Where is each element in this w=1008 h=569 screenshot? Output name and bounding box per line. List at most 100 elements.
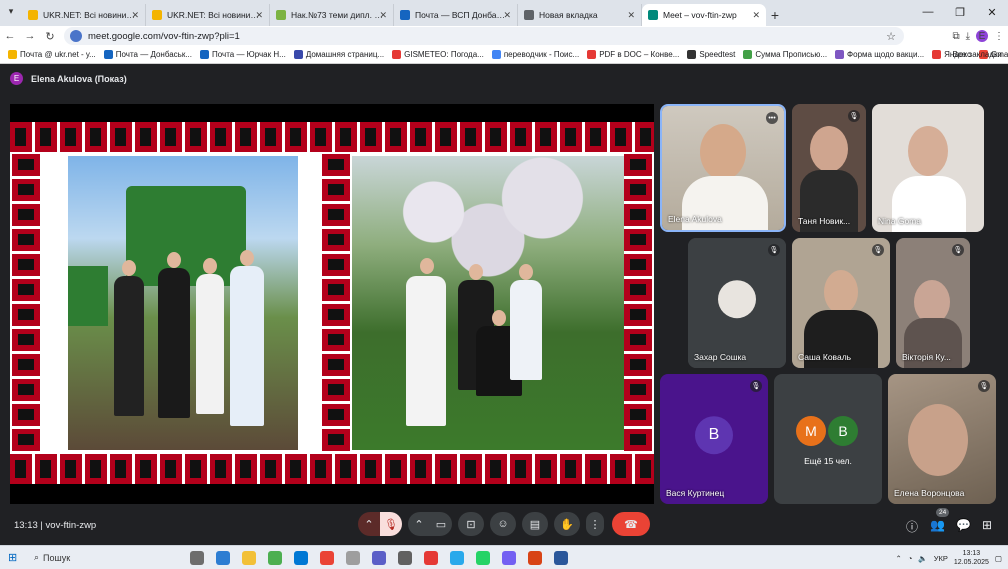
maximize-icon[interactable]: ❐ — [944, 0, 976, 24]
close-tab-icon[interactable]: ✕ — [503, 10, 511, 21]
participant-name: Таня Новик... — [798, 216, 851, 226]
forward-icon[interactable]: → — [20, 30, 40, 42]
close-tab-icon[interactable]: ✕ — [752, 10, 760, 21]
more-participants-tile[interactable]: M B Ещё 15 чел. — [774, 374, 882, 504]
chrome-icon[interactable] — [268, 550, 282, 565]
close-window-icon[interactable]: ✕ — [976, 0, 1008, 24]
bookmark-favicon-icon — [743, 50, 753, 59]
url-input[interactable]: meet.google.com/vov-ftin-zwp?pli=1 ☆ — [64, 27, 904, 45]
people-icon[interactable]: 👥 — [930, 518, 945, 532]
reload-icon[interactable]: ↻ — [40, 30, 60, 43]
browser-tab[interactable]: UKR.NET: Всі новини України,✕ — [146, 4, 270, 26]
windows-start-icon[interactable]: ⊞ — [8, 551, 26, 564]
teams-icon[interactable] — [372, 550, 386, 565]
bookmark-item[interactable]: GISMETEO: Погода... — [392, 50, 484, 59]
captions-button[interactable]: ▤ — [522, 512, 548, 536]
app-icon[interactable] — [528, 550, 542, 565]
paint-icon[interactable] — [346, 550, 360, 565]
bookmark-label: Домашняя страниц... — [305, 50, 385, 59]
bookmark-item[interactable]: Почта — Юрчак Н... — [200, 50, 286, 59]
browser-menu-icon[interactable]: ⋮ — [994, 31, 1004, 42]
tab-search-icon[interactable]: ▾ — [4, 6, 18, 20]
bookmark-item[interactable]: Сумма Прописью... — [743, 50, 827, 59]
extensions-icon[interactable]: ⧉ — [952, 31, 959, 42]
tab-favicon-icon — [400, 10, 410, 20]
present-screen-button[interactable]: ⊡ — [458, 512, 484, 536]
participant-tile[interactable]: 🎙 Таня Новик... — [792, 104, 866, 232]
file-explorer-icon[interactable] — [242, 550, 256, 565]
person-head — [122, 260, 136, 276]
participant-tile[interactable]: 🎙 Вікторія Ку... — [896, 238, 970, 368]
minimize-icon[interactable]: — — [912, 0, 944, 24]
raise-hand-button[interactable]: ✋ — [554, 512, 580, 536]
back-icon[interactable]: ← — [0, 30, 20, 42]
chat-icon[interactable]: 💬 — [956, 518, 971, 532]
bookmark-item[interactable]: Форма щодо вакци... — [835, 50, 924, 59]
bookmark-item[interactable]: Speedtest — [687, 50, 735, 59]
taskbar-search[interactable]: ⌕ Пошук — [34, 549, 184, 567]
mic-muted-icon: 🎙 — [872, 244, 884, 256]
browser-tab[interactable]: UKR.NET: Всі новини України,✕ — [22, 4, 146, 26]
volume-icon[interactable]: 🔈 — [918, 554, 927, 563]
language-indicator[interactable]: УКР — [934, 554, 948, 563]
presentation-stage[interactable] — [10, 104, 654, 504]
participant-tile[interactable]: 🎙 Захар Сошка — [688, 238, 786, 368]
outlook-icon[interactable] — [294, 550, 308, 565]
wifi-icon[interactable]: ◔ — [908, 554, 913, 563]
browser-tab[interactable]: Почта — ВСП Донбаський агр✕ — [394, 4, 518, 26]
chrome-active-icon[interactable] — [320, 550, 334, 565]
opera-icon[interactable] — [424, 550, 438, 565]
edge-icon[interactable] — [216, 550, 230, 565]
participant-tile[interactable]: 🎙 Саша Коваль — [792, 238, 890, 368]
new-tab-button[interactable]: + — [766, 4, 784, 26]
leave-call-button[interactable]: ☎ — [612, 512, 650, 536]
close-tab-icon[interactable]: ✕ — [255, 10, 263, 21]
browser-tab[interactable]: Новая вкладка ✕ — [518, 4, 642, 26]
word-icon[interactable] — [554, 550, 568, 565]
bookmark-favicon-icon — [491, 50, 501, 59]
participant-tile[interactable]: Nina Goma — [872, 104, 984, 232]
bookmark-favicon-icon — [293, 50, 303, 59]
mic-options-chevron-icon[interactable]: ⌃ — [358, 512, 380, 536]
lilac-bush-shape — [352, 156, 624, 296]
clock-time: 13:13 — [962, 550, 981, 557]
browser-tab[interactable]: Meet – vov-ftin-zwp ✕ — [642, 4, 766, 26]
participant-tile[interactable]: 🎙 Елена Воронцова — [888, 374, 996, 504]
close-tab-icon[interactable]: ✕ — [131, 10, 139, 21]
calculator-icon[interactable] — [398, 550, 412, 565]
mic-toggle-button[interactable]: 🎙 — [380, 512, 402, 536]
participant-tile[interactable]: B 🎙 Вася Куртинец — [660, 374, 768, 504]
mic-muted-icon: 🎙 — [952, 244, 964, 256]
bookmark-item[interactable]: Почта @ ukr.net - у... — [8, 50, 96, 59]
task-view-icon[interactable] — [190, 550, 204, 565]
browser-tab[interactable]: Нак.№73 теми дипл. проектів✕ — [270, 4, 394, 26]
site-info-icon[interactable] — [70, 30, 82, 42]
camera-options-chevron-icon[interactable]: ⌃ — [408, 512, 430, 536]
participant-name: Nina Goma — [878, 216, 921, 226]
participant-tile[interactable]: ••• Elena Akulova — [660, 104, 786, 232]
clock[interactable]: 13:13 12.05.2025 — [954, 549, 989, 567]
whatsapp-icon[interactable] — [476, 550, 490, 565]
bookmark-item[interactable]: PDF в DOC – Конве... — [587, 50, 679, 59]
bookmark-item[interactable]: Домашняя страниц... — [293, 50, 385, 59]
tab-favicon-icon — [152, 10, 162, 20]
profile-avatar[interactable]: E — [976, 30, 988, 42]
tray-chevron-icon[interactable]: ⌃ — [896, 554, 902, 563]
close-tab-icon[interactable]: ✕ — [379, 10, 387, 21]
close-tab-icon[interactable]: ✕ — [627, 10, 635, 21]
telegram-icon[interactable] — [450, 550, 464, 565]
meeting-details-icon[interactable]: ⓘ — [906, 518, 918, 535]
more-participants-label: Ещё 15 чел. — [804, 456, 852, 466]
bookmark-label: GISMETEO: Погода... — [404, 50, 484, 59]
viber-icon[interactable] — [502, 550, 516, 565]
download-icon[interactable]: ⤓ — [966, 31, 970, 42]
bookmark-star-icon[interactable]: ☆ — [886, 30, 896, 43]
more-options-button[interactable]: ⋮ — [586, 512, 604, 536]
all-bookmarks-button[interactable]: Все закладки — [953, 50, 1002, 59]
activities-icon[interactable]: ⊞ — [982, 518, 992, 532]
reactions-button[interactable]: ☺ — [490, 512, 516, 536]
camera-toggle-button[interactable]: ▭ — [430, 512, 452, 536]
notifications-icon[interactable]: ▢ — [995, 554, 1002, 563]
bookmark-item[interactable]: переводчик - Поис... — [491, 50, 579, 59]
bookmark-item[interactable]: Почта — Донбаськ... — [103, 50, 192, 59]
